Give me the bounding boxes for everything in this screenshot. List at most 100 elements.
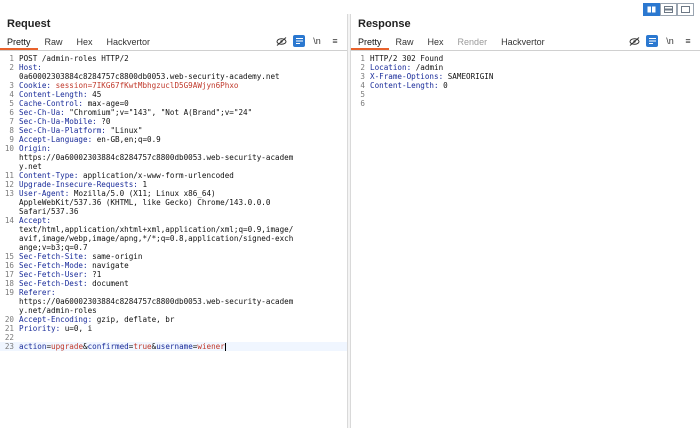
line-text: y.net <box>19 162 42 171</box>
hide-icon[interactable] <box>275 35 287 47</box>
newline-icon[interactable]: \n <box>664 35 676 47</box>
line-content: Upgrade-Insecure-Requests: 1 <box>19 180 147 189</box>
header-name: Sec-Fetch-Site: <box>19 252 88 261</box>
param-value: wiener <box>197 342 225 351</box>
code-line: text/html,application/xhtml+xml,applicat… <box>0 225 347 234</box>
line-number: 5 <box>360 90 365 99</box>
code-line: 4 Content-Length: 45 <box>0 90 347 99</box>
tab-hackvertor[interactable]: Hackvertor <box>494 35 552 50</box>
header-name: Origin: <box>19 144 52 153</box>
line-number <box>0 72 19 81</box>
line-number: 4 <box>360 81 365 90</box>
header-name: Cache-Control: <box>19 99 84 108</box>
tab-pretty[interactable]: Pretty <box>351 35 389 50</box>
header-name: Sec-Ch-Ua-Platform: <box>19 126 106 135</box>
header-value: max-age=0 <box>83 99 129 108</box>
code-line: Safari/537.36 <box>0 207 347 216</box>
line-content: Sec-Fetch-User: ?1 <box>19 270 101 279</box>
line-number <box>0 198 19 207</box>
header-value: ?1 <box>87 270 102 279</box>
tab-raw[interactable]: Raw <box>389 35 421 50</box>
line-text: https://0a60002303884c8284757c8800db0053… <box>19 153 294 162</box>
menu-icon[interactable]: ≡ <box>682 35 694 47</box>
menu-icon[interactable]: ≡ <box>329 35 341 47</box>
line-number <box>0 297 19 306</box>
code-line: 12 Upgrade-Insecure-Requests: 1 <box>0 180 347 189</box>
line-content: text/html,application/xhtml+xml,applicat… <box>19 225 293 234</box>
body-params: action=upgrade&confirmed=true&username=w… <box>19 342 226 351</box>
line-content: https://0a60002303884c8284757c8800db0053… <box>19 153 293 162</box>
line-number: 3 <box>360 72 365 81</box>
line-content: avif,image/webp,image/apng,*/*;q=0.8,app… <box>19 234 293 243</box>
hide-icon[interactable] <box>628 35 640 47</box>
tab-hackvertor[interactable]: Hackvertor <box>100 35 158 50</box>
tab-hex[interactable]: Hex <box>70 35 100 50</box>
line-number: 5 <box>9 99 14 108</box>
body-line: 23 action=upgrade&confirmed=true&username… <box>0 342 347 351</box>
header-value: SAMEORIGIN <box>443 72 494 81</box>
header-value: navigate <box>87 261 129 270</box>
line-text: text/html,application/xhtml+xml,applicat… <box>19 225 294 234</box>
line-number: 3 <box>9 81 14 90</box>
line-number: 12 <box>4 180 14 189</box>
tab-hex[interactable]: Hex <box>421 35 451 50</box>
line-content: Content-Length: 45 <box>19 90 101 99</box>
line-content: User-Agent: Mozilla/5.0 (X11; Linux x86_… <box>19 189 216 198</box>
header-value: /admin <box>411 63 444 72</box>
code-line: 10 Origin: <box>0 144 347 153</box>
line-text: AppleWebKit/537.36 (KHTML, like Gecko) C… <box>19 198 271 207</box>
line-number <box>0 162 19 171</box>
param-value: upgrade <box>51 342 84 351</box>
line-content: Safari/537.36 <box>19 207 78 216</box>
code-line: 21 Priority: u=0, i <box>0 324 347 333</box>
line-number: 11 <box>4 171 14 180</box>
line-content: Cache-Control: max-age=0 <box>19 99 129 108</box>
line-text: avif,image/webp,image/apng,*/*;q=0.8,app… <box>19 234 294 243</box>
header-name: Content-Length: <box>19 90 88 99</box>
tab-raw[interactable]: Raw <box>38 35 70 50</box>
wrap-lines-icon[interactable] <box>293 35 305 47</box>
code-line: 17 Sec-Fetch-User: ?1 <box>0 270 347 279</box>
line-number: 10 <box>4 144 14 153</box>
header-name: Sec-Fetch-User: <box>19 270 88 279</box>
header-value: 1 <box>137 180 148 189</box>
line-text: ange;v=b3;q=0.7 <box>19 243 88 252</box>
line-content: HTTP/2 302 Found <box>370 54 443 63</box>
code-line: ange;v=b3;q=0.7 <box>0 243 347 252</box>
header-name: Sec-Fetch-Mode: <box>19 261 88 270</box>
code-line: 16 Sec-Fetch-Mode: navigate <box>0 261 347 270</box>
line-content: Sec-Fetch-Mode: navigate <box>19 261 129 270</box>
header-value: "Linux" <box>105 126 143 135</box>
code-line: 9 Accept-Language: en-GB,en;q=0.9 <box>0 135 347 144</box>
line-content: Accept-Encoding: gzip, deflate, br <box>19 315 174 324</box>
line-number: 15 <box>4 252 14 261</box>
code-line: y.net <box>0 162 347 171</box>
code-line: 22 <box>0 333 347 342</box>
line-content: X-Frame-Options: SAMEORIGIN <box>370 72 493 81</box>
request-editor[interactable]: 1 POST /admin-roles HTTP/2 2 Host: 0a6000230… <box>0 51 347 351</box>
param-name: action <box>19 342 47 351</box>
line-content: Sec-Fetch-Site: same-origin <box>19 252 142 261</box>
wrap-lines-icon[interactable] <box>646 35 658 47</box>
param-name: username <box>156 342 193 351</box>
line-content: Origin: <box>19 144 51 153</box>
line-content: Location: /admin <box>370 63 443 72</box>
line-content: Host: <box>19 63 42 72</box>
code-line: https://0a60002303884c8284757c8800db0053… <box>0 297 347 306</box>
tab-render[interactable]: Render <box>451 35 495 50</box>
response-editor[interactable]: 1 HTTP/2 302 Found 2 Location: /admin 3 X-Fra… <box>351 51 700 108</box>
line-number <box>0 234 19 243</box>
line-number: 21 <box>4 324 14 333</box>
param-value: true <box>133 342 152 351</box>
line-content: Sec-Ch-Ua-Mobile: ?0 <box>19 117 110 126</box>
header-value: Mozilla/5.0 (X11; Linux x86_64) <box>69 189 216 198</box>
line-number <box>0 153 19 162</box>
line-number: 20 <box>4 315 14 324</box>
newline-icon[interactable]: \n <box>311 35 323 47</box>
line-number: 14 <box>4 216 14 225</box>
tab-pretty[interactable]: Pretty <box>0 35 38 50</box>
header-name: Referer: <box>19 288 56 297</box>
header-name: User-Agent: <box>19 189 70 198</box>
line-text: POST /admin-roles HTTP/2 <box>19 54 129 63</box>
code-line: 18 Sec-Fetch-Dest: document <box>0 279 347 288</box>
